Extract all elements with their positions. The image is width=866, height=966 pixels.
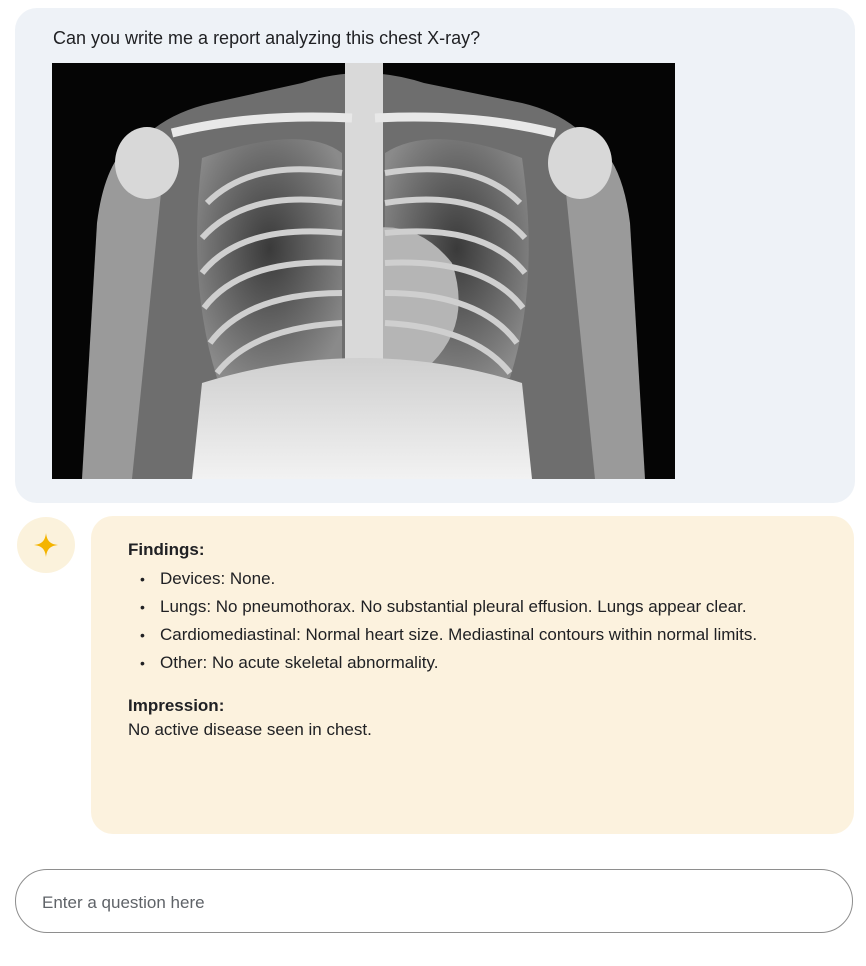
finding-text: Cardiomediastinal: Normal heart size. Me… — [160, 625, 758, 644]
user-message-text: Can you write me a report analyzing this… — [53, 28, 481, 48]
assistant-message-bubble: Findings: • Devices: None. • Lungs: No pne… — [91, 516, 854, 834]
finding-item: • Cardiomediastinal: Normal heart size. M… — [128, 622, 838, 648]
impression-text: No active disease seen in chest. — [128, 720, 372, 739]
finding-text: Devices: None. — [160, 569, 276, 588]
finding-text: Lungs: No pneumothorax. No substantial p… — [160, 597, 747, 616]
xray-illustration — [52, 63, 675, 479]
finding-item: • Devices: None. — [128, 566, 838, 592]
bullet-icon: • — [140, 627, 145, 643]
bullet-icon: • — [140, 571, 145, 587]
user-message-bubble: Can you write me a report analyzing this… — [15, 8, 855, 503]
bullet-icon: • — [140, 655, 145, 671]
findings-heading: Findings: — [128, 540, 205, 559]
question-input[interactable] — [40, 888, 804, 918]
sparkle-icon — [34, 533, 58, 557]
finding-item: • Other: No acute skeletal abnormality. — [128, 650, 838, 676]
assistant-message-content: Findings: • Devices: None. • Lungs: No pne… — [128, 540, 838, 740]
chest-xray-image[interactable] — [52, 63, 675, 479]
finding-item: • Lungs: No pneumothorax. No substantial … — [128, 594, 838, 620]
bullet-icon: • — [140, 599, 145, 615]
findings-list: • Devices: None. • Lungs: No pneumothorax.… — [128, 566, 838, 676]
impression-heading: Impression: — [128, 696, 225, 715]
question-input-container[interactable] — [15, 869, 853, 933]
assistant-avatar — [17, 517, 75, 573]
finding-text: Other: No acute skeletal abnormality. — [160, 653, 439, 672]
